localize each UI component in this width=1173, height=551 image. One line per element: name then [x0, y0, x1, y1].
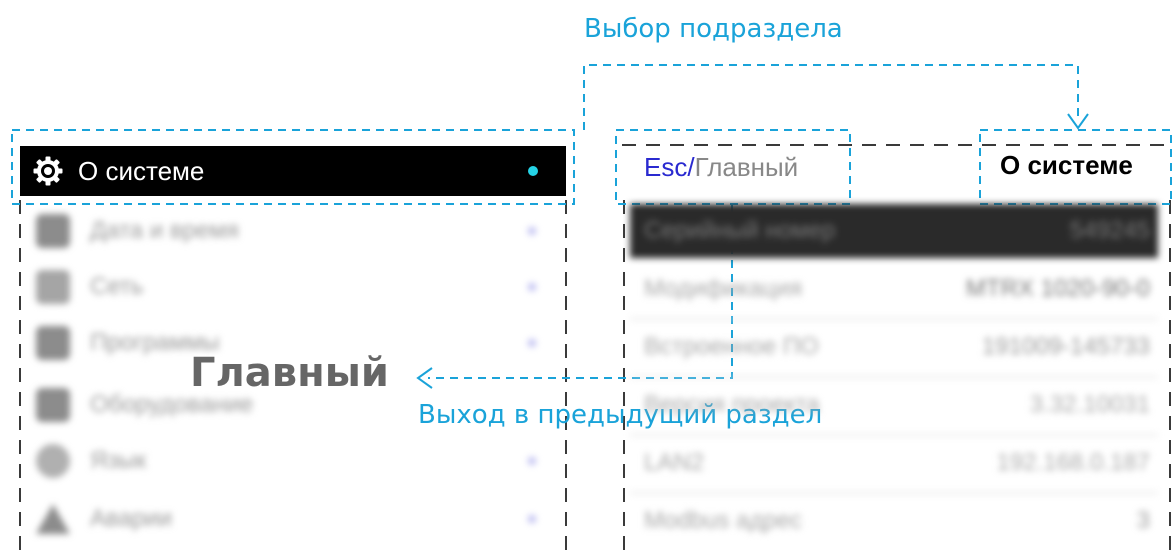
info-row[interactable]: Модификация MTRX 1020-90-0	[630, 262, 1158, 316]
menu-item-selected[interactable]: О системе	[20, 146, 566, 196]
info-key: Встроенное ПО	[644, 333, 819, 360]
info-value: 192.168.0.187	[996, 449, 1150, 476]
menu-item[interactable]: Язык	[32, 436, 566, 486]
panel-header-back[interactable]: Esc/Главный	[644, 152, 798, 183]
gear-icon	[32, 155, 64, 187]
menu-item-dot	[528, 339, 536, 347]
info-key: Modbus адрес	[644, 507, 803, 534]
globe-icon	[36, 444, 70, 478]
info-key: Модификация	[644, 275, 803, 302]
info-row[interactable]: Встроенное ПО 191009-145733	[630, 320, 1158, 374]
info-row-selected[interactable]: Серийный номер 549245	[630, 204, 1158, 258]
menu-item-dot	[528, 515, 536, 523]
menu-item[interactable]: Сеть	[32, 262, 566, 312]
info-key: Версия проекта	[644, 391, 820, 418]
info-key: LAN2	[644, 449, 705, 476]
back-target-label: Главный	[694, 152, 799, 182]
menu-item-label: Язык	[90, 447, 147, 474]
hardware-icon	[36, 388, 70, 422]
info-row[interactable]: LAN2 192.168.0.187	[630, 436, 1158, 490]
panel-header-title: О системе	[1000, 150, 1133, 180]
menu-item[interactable]: Дата и время	[32, 206, 566, 256]
info-value: 3.32.10031	[1029, 391, 1150, 418]
menu-item-dot	[528, 457, 536, 465]
menu-item-dot	[528, 227, 536, 235]
main-section-label: Главный	[190, 350, 389, 396]
caption-select-subsection: Выбор подраздела	[584, 14, 843, 44]
info-key: Серийный номер	[644, 217, 836, 244]
menu-item-dot	[528, 283, 536, 291]
esc-key-label: Esc/	[644, 152, 695, 182]
menu-item-label: Сеть	[90, 273, 144, 300]
programs-icon	[36, 326, 70, 360]
menu-item-label: Аварии	[90, 505, 172, 532]
network-icon	[36, 270, 70, 304]
info-value: 191009-145733	[981, 333, 1150, 360]
info-row[interactable]: Версия проекта 3.32.10031	[630, 378, 1158, 432]
warning-icon	[36, 504, 70, 534]
menu-item[interactable]: Аварии	[32, 494, 566, 544]
info-row[interactable]: Modbus адрес 3	[630, 494, 1158, 548]
menu-item-selected-label: О системе	[78, 155, 205, 186]
selected-indicator-dot	[528, 166, 538, 176]
menu-item-label: Дата и время	[90, 217, 239, 244]
info-value: MTRX 1020-90-0	[965, 275, 1150, 302]
info-value: 3	[1136, 507, 1150, 534]
calendar-icon	[36, 214, 70, 248]
info-value: 549245	[1069, 217, 1150, 244]
